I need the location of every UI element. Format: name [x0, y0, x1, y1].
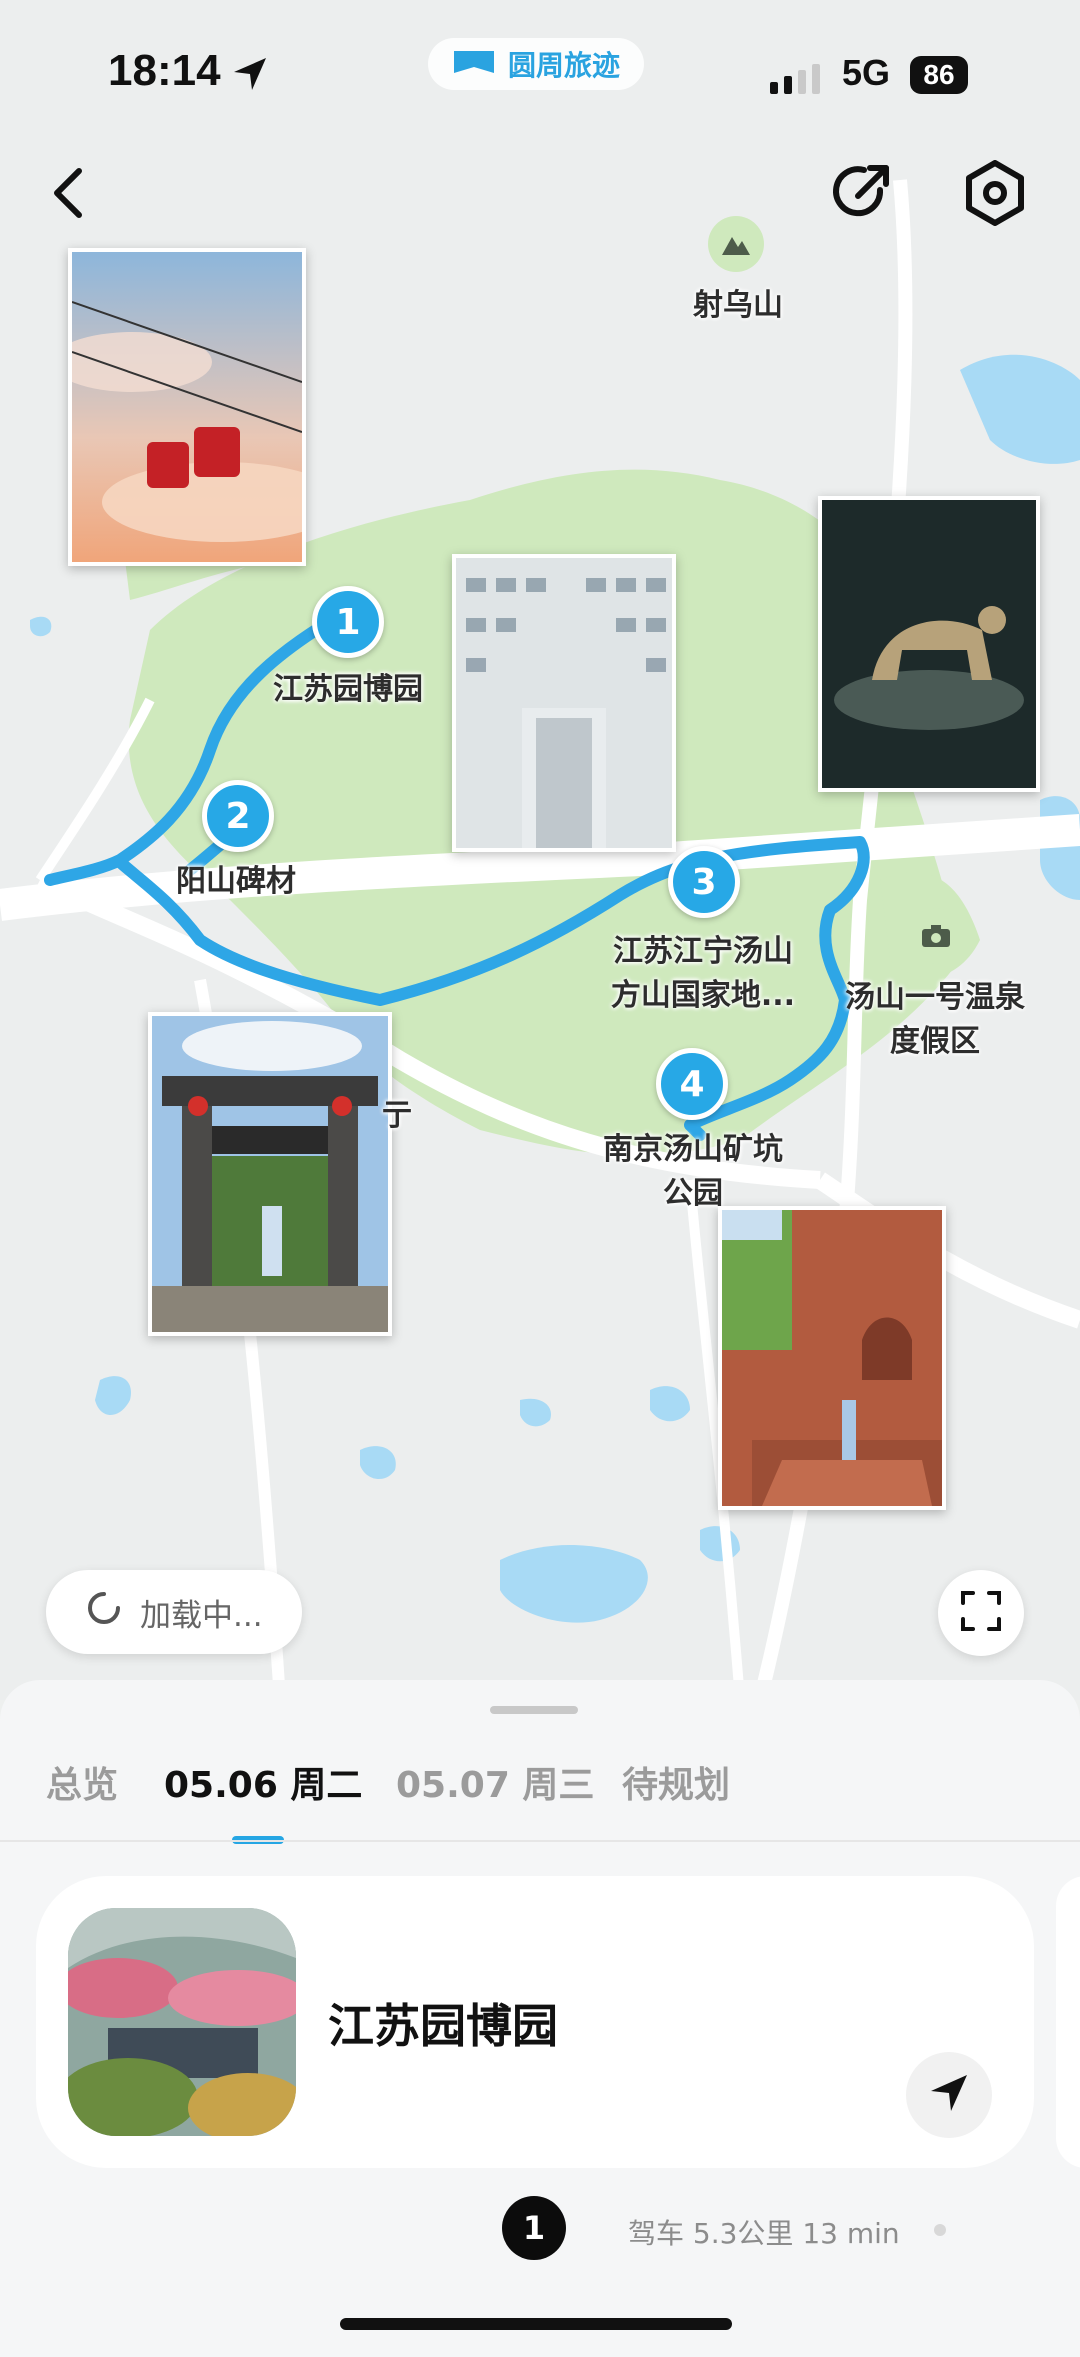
loading-indicator: 加载中...	[46, 1570, 302, 1654]
camera-icon	[908, 908, 964, 964]
location-arrow-icon	[232, 56, 268, 96]
status-time: 18:14	[108, 46, 221, 95]
sheet-drag-handle[interactable]	[490, 1706, 578, 1714]
back-button[interactable]	[30, 156, 108, 234]
navigate-button[interactable]	[906, 2052, 992, 2138]
loading-text: 加载中...	[140, 1597, 263, 1634]
fullscreen-button[interactable]	[938, 1570, 1024, 1656]
stop-card-thumbnail	[68, 1908, 296, 2136]
next-stop-card-peek[interactable]	[1056, 1876, 1080, 2168]
app-name: 圆周旅迹	[508, 49, 621, 82]
stop-label-1[interactable]: 江苏园博园	[248, 668, 448, 712]
home-indicator[interactable]	[340, 2318, 732, 2330]
mountain-icon	[708, 216, 764, 272]
stop-marker-1[interactable]: 1	[312, 586, 384, 658]
poi-label-sheyushan[interactable]: 射乌山	[668, 284, 808, 328]
photo-fossil-exhibit[interactable]	[818, 496, 1040, 792]
photo-gallery-hall[interactable]	[452, 554, 676, 852]
stop-label-3[interactable]: 江苏江宁汤山 方山国家地...	[588, 930, 818, 1018]
signal-icon	[770, 62, 830, 100]
navigate-icon	[929, 2073, 969, 2117]
stop-card-title: 江苏园博园	[328, 1999, 558, 2053]
fullscreen-icon	[961, 1591, 1001, 1635]
photo-quarry-park[interactable]	[718, 1206, 946, 1510]
share-button[interactable]	[824, 156, 902, 234]
route-segment-info: 驾车 5.3公里 13 min	[628, 2217, 900, 2250]
app-flag-icon	[452, 49, 496, 79]
tab-unplanned[interactable]: 待规划	[622, 1758, 730, 1814]
tab-day-0507[interactable]: 05.07 周三	[396, 1758, 594, 1814]
poi-label-tangshan-resort[interactable]: 汤山一号温泉 度假区	[830, 976, 1040, 1064]
network-type: 5G	[842, 52, 891, 93]
route-next-dot	[934, 2224, 946, 2236]
tab-divider	[0, 1840, 1080, 1842]
tab-overview[interactable]: 总览	[46, 1758, 118, 1814]
spinner-icon	[86, 1590, 122, 1634]
battery-indicator: 86	[910, 56, 968, 94]
route-step-number: 1	[502, 2196, 566, 2260]
settings-icon	[964, 160, 1026, 230]
stop-label-2[interactable]: 阳山碑材	[156, 860, 316, 904]
share-icon	[830, 160, 896, 230]
app-pill[interactable]: 圆周旅迹	[428, 38, 645, 90]
settings-button[interactable]	[956, 156, 1034, 234]
photo-cable-car[interactable]	[68, 248, 306, 566]
poi-label-partial: 亍	[382, 1098, 412, 1133]
photo-ancient-gate[interactable]	[148, 1012, 392, 1336]
back-icon	[49, 167, 89, 223]
stop-marker-4[interactable]: 4	[656, 1048, 728, 1120]
stop-label-4[interactable]: 南京汤山矿坑 公园	[578, 1128, 808, 1216]
stop-marker-2[interactable]: 2	[202, 780, 274, 852]
tab-day-0506[interactable]: 05.06 周二	[164, 1758, 362, 1814]
stop-card[interactable]: 江苏园博园	[36, 1876, 1034, 2168]
map-view[interactable]: 射乌山 汤山一号温泉 度假区 1 江苏园博园 2 阳山碑材 3 江苏江宁汤山 方…	[0, 0, 1080, 1700]
stop-marker-3[interactable]: 3	[668, 846, 740, 918]
